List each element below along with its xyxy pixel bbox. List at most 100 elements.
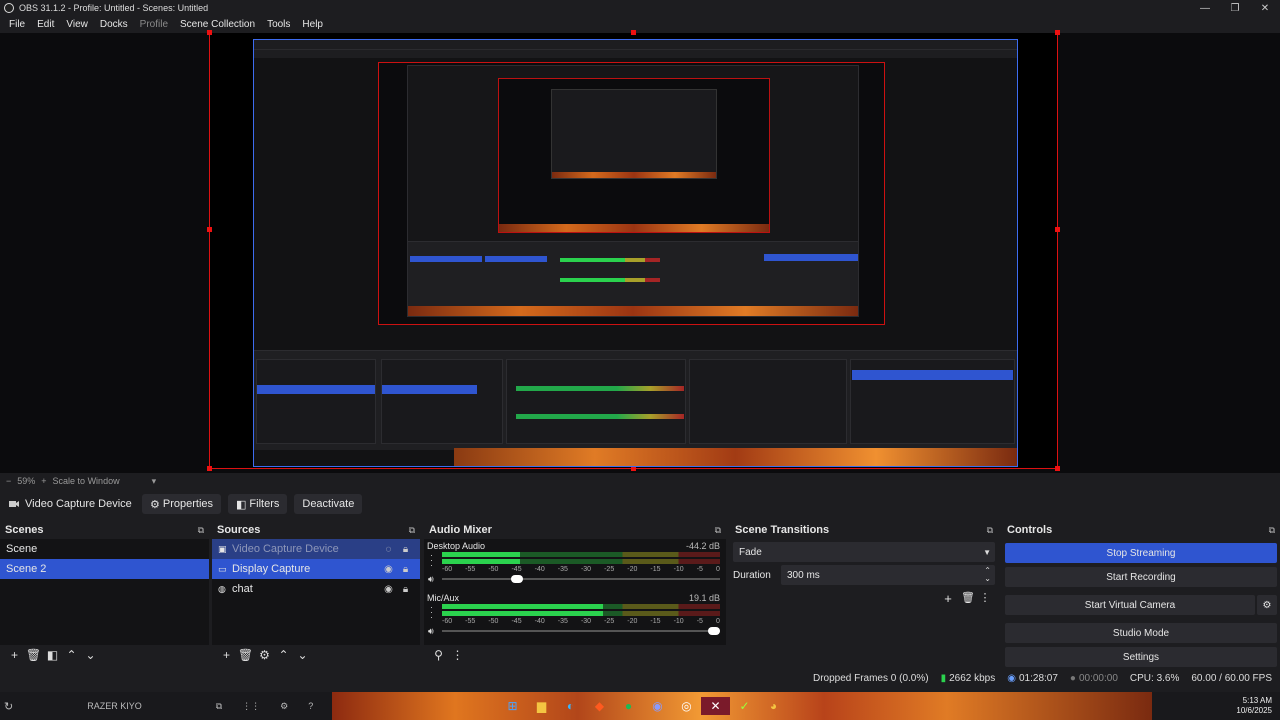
trash-icon[interactable]: 🗑: [236, 648, 255, 662]
speaker-icon[interactable]: 🔊︎: [428, 626, 434, 637]
kebab-menu-icon[interactable]: ⋮: [978, 591, 992, 606]
undock-icon[interactable]: ⧉: [1269, 525, 1275, 536]
preview-area[interactable]: [0, 30, 1280, 473]
add-icon[interactable]: +: [217, 648, 236, 662]
resize-handle[interactable]: [207, 227, 212, 232]
nested-meter: [560, 258, 660, 262]
copy-icon[interactable]: ⧉: [216, 701, 222, 712]
menu-scene-collection[interactable]: Scene Collection: [174, 19, 261, 30]
filter-icon[interactable]: ◧: [43, 648, 62, 662]
duration-spinbox[interactable]: 300 ms ⌃ ⌄: [781, 565, 995, 585]
undock-icon[interactable]: ⧉: [198, 525, 204, 536]
zoom-out-button[interactable]: −: [6, 476, 11, 486]
source-label: chat: [232, 583, 253, 595]
help-icon[interactable]: ?: [308, 701, 313, 711]
start-icon[interactable]: ⊞: [498, 697, 527, 715]
volume-slider-knob[interactable]: [511, 575, 524, 583]
resize-handle[interactable]: [207, 30, 212, 35]
display-capture-content: [253, 39, 1018, 467]
properties-button[interactable]: ⚙ Properties: [142, 494, 222, 514]
undock-icon[interactable]: ⧉: [409, 525, 415, 536]
eye-icon[interactable]: ◉: [380, 564, 397, 575]
spotify-icon[interactable]: ●: [614, 697, 643, 715]
kebab-menu-icon[interactable]: · · ·: [430, 551, 433, 570]
hidden-icon[interactable]: ◌: [380, 544, 397, 555]
folder-icon[interactable]: ▆: [527, 697, 556, 715]
arrow-up-icon[interactable]: ⌃: [274, 648, 293, 662]
scene-item[interactable]: Scene 2: [0, 559, 209, 579]
source-bounding-box[interactable]: [207, 30, 1060, 471]
menu-profile[interactable]: Profile: [134, 19, 174, 30]
gear-icon[interactable]: ⚙: [255, 648, 274, 662]
add-icon[interactable]: +: [938, 591, 958, 606]
link-icon[interactable]: ⚲: [429, 648, 448, 662]
trash-icon[interactable]: 🗑: [24, 648, 43, 662]
resize-handle[interactable]: [631, 30, 636, 35]
obs-icon[interactable]: ◎: [672, 697, 701, 715]
menu-tools[interactable]: Tools: [261, 19, 296, 30]
app-icon[interactable]: ✕: [701, 697, 730, 715]
start-virtual-camera-button[interactable]: Start Virtual Camera: [1005, 595, 1255, 615]
settings-button[interactable]: Settings: [1005, 647, 1277, 667]
trash-icon[interactable]: 🗑: [958, 591, 978, 606]
arrow-up-icon[interactable]: ⌃: [62, 648, 81, 662]
source-item[interactable]: ▣ Video Capture Device ◌ 🔒︎: [212, 539, 420, 559]
lock-icon[interactable]: 🔒︎: [397, 544, 414, 555]
start-recording-button[interactable]: Start Recording: [1005, 567, 1277, 587]
source-item[interactable]: ▭ Display Capture ◉ 🔒︎: [212, 559, 420, 579]
speaker-icon[interactable]: 🔊︎: [428, 574, 434, 585]
spin-arrows-icon[interactable]: ⌃ ⌄: [984, 567, 991, 583]
context-source: Video Capture Device: [7, 498, 142, 510]
volume-slider-knob[interactable]: [708, 627, 721, 635]
menu-docks[interactable]: Docks: [94, 19, 134, 30]
brave-icon[interactable]: ◆: [585, 697, 614, 715]
kebab-menu-icon[interactable]: ⋮: [448, 648, 467, 662]
lock-icon[interactable]: 🔒︎: [397, 564, 414, 575]
controls-dock: Controls ⧉ Stop Streaming Start Recordin…: [1002, 522, 1280, 667]
eye-icon[interactable]: ◉: [380, 584, 397, 595]
menu-help[interactable]: Help: [296, 19, 329, 30]
resize-handle[interactable]: [1055, 466, 1060, 471]
edge-icon[interactable]: ◐: [556, 697, 585, 715]
source-item[interactable]: ◍ chat ◉ 🔒︎: [212, 579, 420, 599]
grid-icon[interactable]: ⋮⋮: [242, 701, 260, 712]
resize-handle[interactable]: [1055, 227, 1060, 232]
menu-view[interactable]: View: [60, 19, 94, 30]
resize-handle[interactable]: [1055, 30, 1060, 35]
close-button[interactable]: ✕: [1250, 0, 1280, 16]
nested-docks-row: [254, 350, 1017, 450]
resize-handle[interactable]: [207, 466, 212, 471]
arrow-down-icon[interactable]: ⌄: [293, 648, 312, 662]
menu-file[interactable]: File: [3, 19, 31, 30]
controls-header: Controls ⧉: [1002, 522, 1280, 538]
clock[interactable]: 5:13 AM 10/6/2025: [1236, 696, 1272, 716]
undock-icon[interactable]: ⧉: [987, 525, 993, 536]
chevron-down-icon[interactable]: ▾: [152, 476, 157, 487]
lock-icon[interactable]: 🔒︎: [397, 584, 414, 595]
chrome-icon[interactable]: ◕: [759, 697, 788, 715]
studio-mode-button[interactable]: Studio Mode: [1005, 623, 1277, 643]
kebab-menu-icon[interactable]: · · ·: [430, 603, 433, 622]
deactivate-label: Deactivate: [302, 498, 355, 510]
undock-icon[interactable]: ⧉: [715, 525, 721, 536]
maximize-button[interactable]: ❐: [1220, 0, 1250, 16]
volume-slider[interactable]: [442, 575, 720, 583]
stop-streaming-button[interactable]: Stop Streaming: [1005, 543, 1277, 563]
nested-scene-selected: [257, 385, 375, 394]
filters-button[interactable]: ◧ Filters: [228, 494, 288, 514]
add-icon[interactable]: +: [5, 648, 24, 662]
zoom-in-button[interactable]: +: [41, 476, 46, 486]
scene-item[interactable]: Scene: [0, 539, 209, 559]
minimize-button[interactable]: —: [1190, 0, 1220, 16]
arrow-down-icon[interactable]: ⌄: [81, 648, 100, 662]
volume-slider[interactable]: [442, 627, 721, 635]
gear-icon[interactable]: ⚙: [1257, 595, 1277, 615]
gear-icon[interactable]: ⚙: [280, 701, 288, 712]
menu-edit[interactable]: Edit: [31, 19, 60, 30]
deactivate-button[interactable]: Deactivate: [294, 494, 363, 514]
discord-icon[interactable]: ◉: [643, 697, 672, 715]
robinhood-icon[interactable]: ✓: [730, 697, 759, 715]
zoom-mode-select[interactable]: Scale to Window: [53, 476, 120, 486]
refresh-icon[interactable]: ↻: [4, 700, 13, 713]
transition-select[interactable]: Fade ▼: [733, 542, 995, 562]
